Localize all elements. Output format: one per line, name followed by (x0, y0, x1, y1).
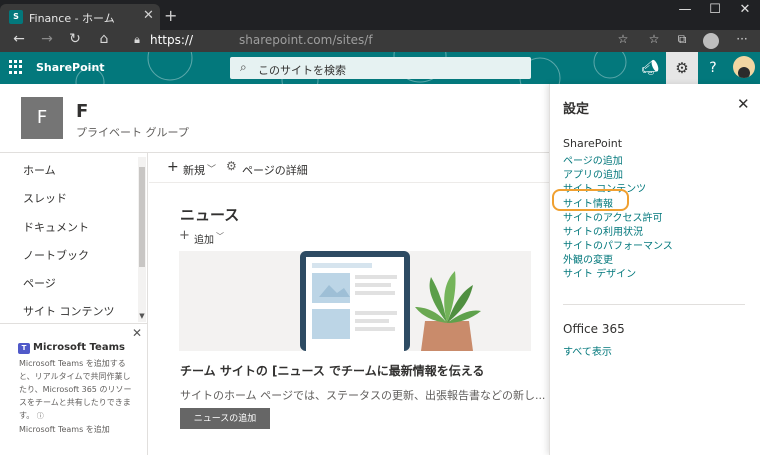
page-details-button[interactable]: ページの詳細 (242, 162, 308, 178)
add-news-button[interactable]: ニュースの追加 (180, 408, 270, 429)
browser-tab[interactable]: S Finance - ホーム ✕ (0, 4, 160, 30)
back-icon[interactable]: ← (10, 31, 28, 47)
info-icon[interactable]: ⓘ (37, 410, 44, 423)
add-news-dropdown[interactable]: 追加 (194, 231, 214, 246)
settings-close-icon[interactable]: ✕ (737, 95, 750, 113)
site-info-highlight (552, 189, 629, 211)
site-usage-link[interactable]: サイトの利用状況 (563, 223, 643, 238)
chevron-down-icon[interactable]: ﹀ (216, 231, 224, 242)
collections-icon[interactable]: ⧉ (673, 32, 691, 47)
new-button[interactable]: 新規 (183, 162, 205, 178)
left-nav: ホーム スレッド ドキュメント ノートブック ページ サイト コンテンツ (0, 153, 148, 323)
teams-icon: T (18, 343, 30, 354)
url-field[interactable]: https://sharepoint.com/sites/f (150, 33, 373, 47)
nav-item-threads[interactable]: スレッド (23, 190, 67, 206)
settings-divider (563, 304, 745, 305)
office-365-heading: Office 365 (563, 322, 625, 336)
megaphone-icon[interactable]: 📣︎ (634, 52, 666, 84)
site-permissions-link[interactable]: サイトのアクセス許可 (563, 209, 663, 224)
new-plus-icon[interactable]: + (167, 159, 179, 175)
home-icon[interactable]: ⌂ (95, 31, 113, 47)
nav-item-home[interactable]: ホーム (23, 162, 56, 178)
refresh-icon[interactable]: ↻ (66, 31, 84, 47)
news-illustration (300, 251, 481, 351)
news-description: サイトのホーム ページでは、ステータスの更新、出張報告書などの新し... (180, 389, 546, 402)
sharepoint-heading: SharePoint (563, 137, 623, 150)
search-icon: ⌕ (240, 60, 247, 74)
maximize-icon[interactable]: ☐ (700, 2, 730, 17)
site-name[interactable]: F (76, 101, 88, 122)
nav-item-site-contents[interactable]: サイト コンテンツ (23, 303, 115, 319)
tab-title: Finance - ホーム (29, 12, 115, 25)
chevron-down-icon[interactable]: ﹀ (207, 162, 216, 175)
browser-tab-bar: S Finance - ホーム ✕ + — ☐ ✕ (0, 0, 760, 30)
browser-profile-icon[interactable] (703, 33, 719, 49)
add-page-link[interactable]: ページの追加 (563, 152, 623, 167)
add-teams-link[interactable]: Microsoft Teams を追加 (19, 424, 110, 435)
app-name[interactable]: SharePoint (36, 61, 105, 74)
scroll-down-icon[interactable]: ▼ (138, 312, 146, 320)
favorite-star-icon[interactable]: ☆ (614, 32, 632, 46)
new-tab-icon[interactable]: + (164, 6, 177, 25)
favorites-list-icon[interactable]: ☆ (645, 32, 663, 46)
site-subtitle: プライベート グループ (76, 126, 189, 139)
nav-item-documents[interactable]: ドキュメント (23, 219, 89, 235)
site-design-link[interactable]: サイト デザイン (563, 265, 636, 280)
window-close-icon[interactable]: ✕ (730, 2, 760, 17)
add-app-link[interactable]: アプリの追加 (563, 166, 623, 181)
app-launcher-icon[interactable] (9, 60, 23, 74)
help-icon[interactable]: ? (697, 52, 729, 84)
more-options-icon[interactable]: ··· (733, 32, 751, 46)
search-placeholder: このサイトを検索 (258, 64, 346, 77)
site-logo[interactable]: F (21, 97, 63, 139)
nav-scrollbar[interactable]: ▼ (138, 157, 146, 322)
teams-promo-body: Microsoft Teams を追加すると、リアルタイムで共同作業したり、Mi… (19, 357, 137, 423)
news-title: ニュース (180, 206, 240, 224)
site-performance-link[interactable]: サイトのパフォーマンス (563, 237, 673, 252)
teams-promo-title: Microsoft Teams (33, 342, 125, 353)
teams-promo-close-icon[interactable]: ✕ (132, 326, 142, 340)
minimize-icon[interactable]: — (670, 2, 700, 17)
change-look-link[interactable]: 外観の変更 (563, 251, 613, 266)
nav-item-pages[interactable]: ページ (23, 275, 56, 291)
search-input[interactable]: ⌕ このサイトを検索 (230, 57, 531, 79)
forward-icon[interactable]: → (38, 31, 56, 47)
tab-close-icon[interactable]: ✕ (143, 8, 154, 23)
settings-title: 設定 (563, 102, 590, 117)
news-placeholder-image (179, 251, 531, 351)
nav-item-notebook[interactable]: ノートブック (23, 247, 89, 263)
lock-icon: 🔒︎ (134, 33, 140, 46)
show-all-link[interactable]: すべて表示 (563, 343, 612, 358)
address-bar: ← → ↻ ⌂ 🔒︎ https://sharepoint.com/sites/… (0, 30, 760, 52)
page-details-gear-icon[interactable]: ⚙ (226, 159, 237, 173)
add-plus-icon[interactable]: + (179, 228, 190, 243)
sharepoint-favicon-icon: S (9, 10, 23, 24)
avatar[interactable] (733, 56, 755, 78)
settings-gear-icon[interactable]: ⚙ (666, 52, 698, 84)
command-bar-divider (149, 182, 549, 183)
news-headline[interactable]: チーム サイトの [ニュース でチームに最新情報を伝える (180, 362, 484, 379)
nav-scrollbar-thumb[interactable] (139, 167, 145, 267)
